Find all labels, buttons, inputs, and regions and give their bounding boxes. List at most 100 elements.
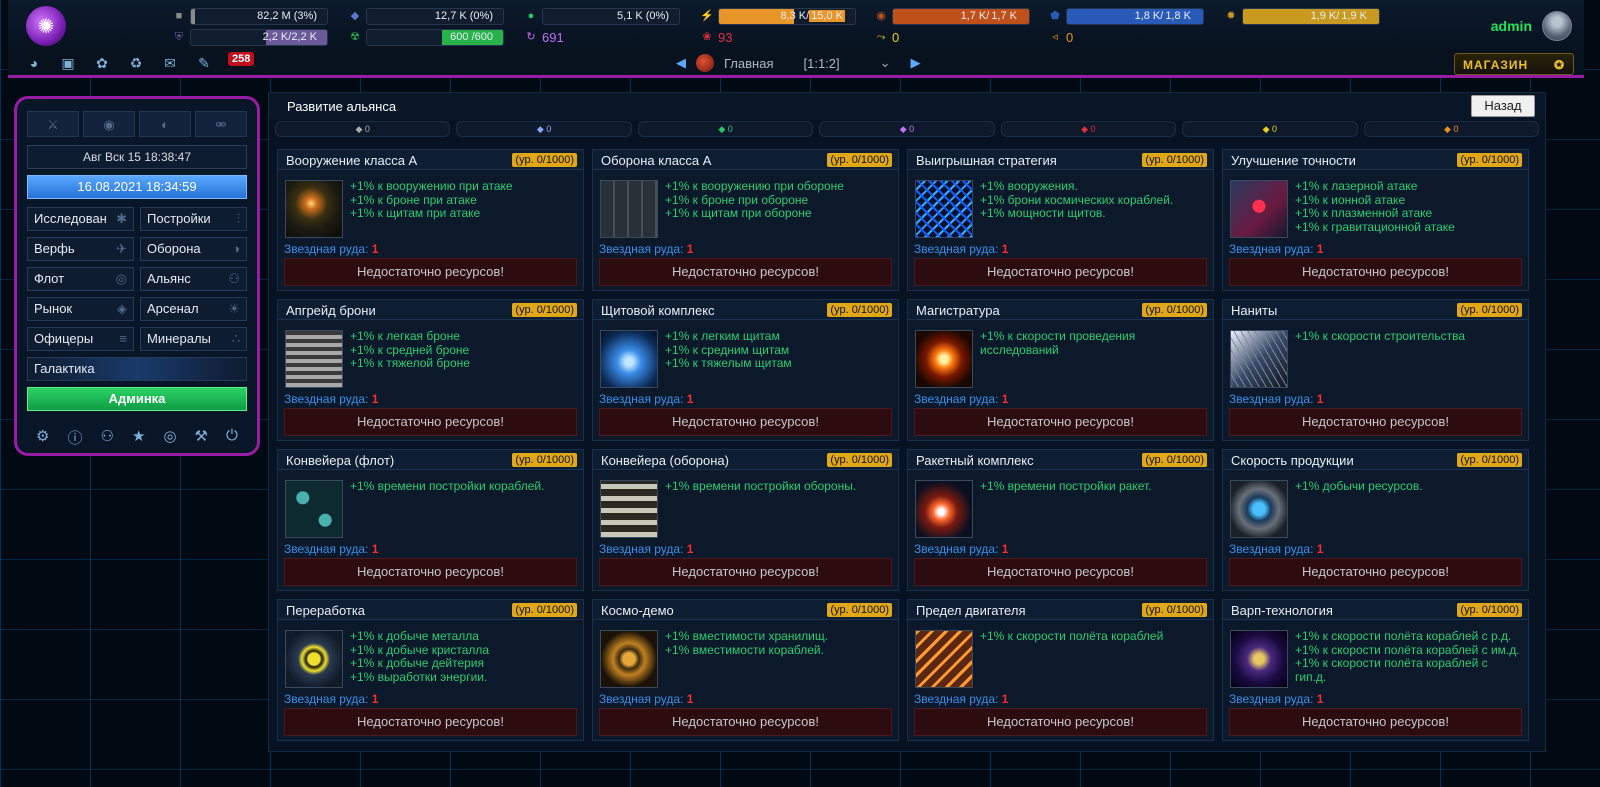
menu-item-label: Оборона (147, 241, 201, 256)
resource-metal[interactable]: ■ 82,2 M (3%) (172, 7, 328, 25)
medal-icon[interactable]: ★ (132, 427, 145, 448)
yellow-resource-icon: ✹ (1226, 10, 1236, 22)
prev-planet-icon[interactable]: ◀ (676, 55, 686, 71)
resource-defense[interactable]: ⛨ 2,2 K/2,2 K (172, 28, 328, 46)
galaxy-button[interactable]: Галактика (27, 357, 247, 381)
avatar[interactable] (1542, 11, 1572, 41)
insufficient-resources-button[interactable]: Недостаточно ресурсов! (1229, 408, 1522, 436)
resource-red[interactable]: ❀ 93 (700, 28, 732, 46)
energy-icon: ⚡ (700, 10, 714, 22)
insufficient-resources-button[interactable]: Недостаточно ресурсов! (1229, 558, 1522, 586)
card-cost: Звездная руда: 1 (284, 242, 378, 256)
messages-icon[interactable]: ✎ (194, 55, 214, 73)
insufficient-resources-button[interactable]: Недостаточно ресурсов! (914, 258, 1207, 286)
insufficient-resources-button[interactable]: Недостаточно ресурсов! (284, 408, 577, 436)
planet-name[interactable]: Главная (724, 56, 773, 71)
card-bonuses: +1% вооружения. +1% брони космических кор… (980, 179, 1207, 221)
overview-icon[interactable]: ◕ (24, 55, 44, 73)
lifebuoy-icon[interactable]: ◎ (163, 427, 176, 448)
planet-selector[interactable]: ◀ Главная [1:1:2] ⌄ ▶ (676, 54, 921, 72)
tools-icon[interactable]: ⚒ (195, 427, 208, 448)
menu-item-4[interactable]: Флот ◎ (27, 267, 134, 291)
planet-coords[interactable]: [1:1:2] (803, 56, 839, 71)
red-icon: ◆ (1081, 124, 1091, 134)
chevron-down-icon[interactable]: ⌄ (880, 55, 891, 71)
insufficient-resources-button[interactable]: Недостаточно ресурсов! (914, 708, 1207, 736)
upgrade-card: Магистратура (ур. 0/1000) +1% к скорости п… (907, 299, 1214, 441)
sword-icon[interactable]: ⚔ (27, 111, 79, 137)
menu-item-9[interactable]: Минералы ∴ (140, 327, 247, 351)
chat-icon[interactable]: ✉ (160, 55, 180, 73)
card-title: Вооружение класса А (286, 153, 418, 168)
resource-crystal[interactable]: ◆ 12,7 K (0%) (348, 7, 504, 25)
research-icon: ✱ (116, 211, 127, 226)
admin-button[interactable]: Админка (27, 387, 247, 411)
cost-value: 1 (1316, 242, 1324, 256)
cost-label: Звездная руда: (599, 542, 684, 556)
gear-icon[interactable]: ⚙ (36, 427, 49, 448)
crystal-icon: ◆ (350, 10, 360, 22)
bonus-line: +1% к тяжелой броне (350, 356, 470, 370)
resource-orange[interactable]: ◃ 0 (1048, 28, 1073, 46)
cost-label: Звездная руда: (284, 392, 369, 406)
resource-purple[interactable]: ↻ 691 (524, 28, 563, 46)
insufficient-resources-button[interactable]: Недостаточно ресурсов! (284, 558, 577, 586)
menu-item-3[interactable]: Оборона ◑ (140, 237, 247, 261)
card-bonuses: +1% времени постройки обороны. (665, 479, 892, 494)
insufficient-resources-button[interactable]: Недостаточно ресурсов! (1229, 708, 1522, 736)
flask-icon[interactable]: ⚮ (195, 111, 247, 137)
shop-label: МАГАЗИН (1463, 58, 1529, 72)
resource-radiation[interactable]: ☢ 600 /600 (348, 28, 504, 46)
resource-bar: 600 /600 (366, 28, 504, 46)
resource-yellow[interactable]: ⤳ 0 (874, 28, 900, 46)
resource-resource5[interactable]: ◉ 1,7 K/1,7 K (874, 7, 1030, 25)
resource-deuterium[interactable]: ● 5,1 K (0%) (524, 7, 680, 25)
insufficient-resources-button[interactable]: Недостаточно ресурсов! (914, 558, 1207, 586)
insufficient-resources-button[interactable]: Недостаточно ресурсов! (914, 408, 1207, 436)
menu-item-7[interactable]: Арсенал ☀ (140, 297, 247, 321)
shop-button[interactable]: МАГАЗИН ✪ (1454, 53, 1574, 75)
back-button[interactable]: Назад (1471, 95, 1535, 117)
insufficient-resources-button[interactable]: Недостаточно ресурсов! (599, 558, 892, 586)
menu-item-0[interactable]: Исследован ✱ (27, 207, 134, 231)
menu-item-1[interactable]: Постройки ⫶ (140, 207, 247, 231)
insufficient-resources-button[interactable]: Недостаточно ресурсов! (1229, 258, 1522, 286)
info-icon[interactable]: ⓘ (67, 427, 82, 448)
bonus-line: +1% к вооружению при обороне (665, 179, 844, 193)
bonus-line: +1% к броне при обороне (665, 192, 809, 207)
resource-resource7[interactable]: ✹ 1,9 K/1,9 K (1224, 7, 1380, 25)
menu-item-8[interactable]: Офицеры ≡ (27, 327, 134, 351)
card-header: Вооружение класса А (ур. 0/1000) (278, 150, 583, 170)
cost-value: 1 (686, 542, 694, 556)
radiation-icon: ☢ (350, 31, 360, 43)
message-count-badge[interactable]: 258 (228, 52, 255, 66)
eye-icon[interactable]: ◉ (83, 111, 135, 137)
card-image (1230, 630, 1288, 688)
card-image (600, 180, 658, 238)
stats-icon[interactable]: ▣ (58, 55, 78, 73)
insufficient-resources-button[interactable]: Недостаточно ресурсов! (599, 258, 892, 286)
bonus-line: +1% к броне при атаке (350, 192, 477, 207)
next-planet-icon[interactable]: ▶ (911, 55, 921, 71)
resource-max: 1,7 K (989, 9, 1019, 22)
bonus-line: +1% к легкая броне (350, 329, 460, 343)
date-button[interactable]: 16.08.2021 18:34:59 (27, 175, 247, 199)
insufficient-resources-button[interactable]: Недостаточно ресурсов! (599, 408, 892, 436)
insufficient-resources-button[interactable]: Недостаточно ресурсов! (599, 708, 892, 736)
power-icon[interactable]: ⏻ (226, 427, 238, 448)
resource-energy[interactable]: ⚡ 8,3 K/15,0 K (700, 7, 856, 25)
insufficient-resources-button[interactable]: Недостаточно ресурсов! (284, 708, 577, 736)
medal-icon[interactable]: ✿ (92, 55, 112, 73)
menu-item-2[interactable]: Верфь ✈ (27, 237, 134, 261)
insufficient-resources-button[interactable]: Недостаточно ресурсов! (284, 258, 577, 286)
users-icon[interactable]: ⚇ (101, 427, 114, 448)
globe-icon[interactable]: ◐ (139, 111, 191, 137)
galaxy-logo-icon[interactable]: ✺ (26, 6, 66, 46)
alliance-resource: ◆ 0 (275, 121, 451, 137)
card-title: Конвейера (флот) (286, 453, 395, 468)
menu-item-6[interactable]: Рынок ◈ (27, 297, 134, 321)
trophy-icon[interactable]: ♻ (126, 55, 146, 73)
menu-item-5[interactable]: Альянс ⚇ (140, 267, 247, 291)
resource-resource6[interactable]: ⬟ 1,8 K/1,8 K (1048, 7, 1204, 25)
username[interactable]: admin (1491, 18, 1532, 34)
